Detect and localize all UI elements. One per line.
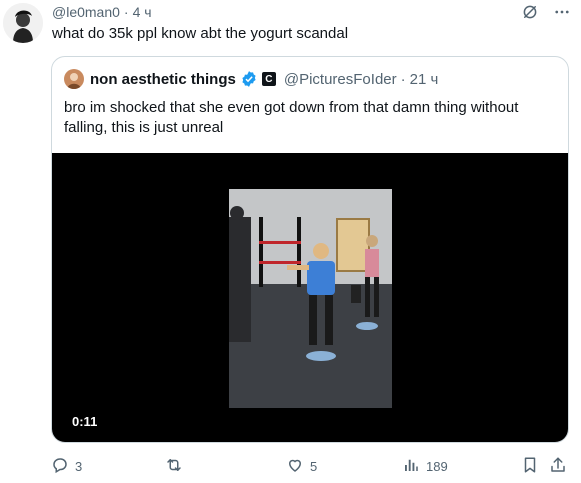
quoted-text: bro im shocked that she even got down fr… bbox=[64, 99, 519, 136]
quoted-header: non aesthetic things C @PicturesFoIder ·… bbox=[64, 69, 438, 89]
tweet-text: what do 35k ppl know abt the yogurt scan… bbox=[52, 25, 349, 42]
bookmark-button[interactable] bbox=[521, 456, 539, 477]
separator-dot: · bbox=[400, 70, 406, 88]
heart-icon bbox=[286, 456, 304, 477]
reply-icon bbox=[51, 456, 69, 477]
like-count: 5 bbox=[310, 459, 318, 474]
affiliate-badge: C bbox=[261, 72, 276, 86]
user-avatar[interactable] bbox=[3, 3, 43, 43]
share-icon bbox=[549, 456, 567, 477]
verified-icon bbox=[240, 70, 258, 88]
separator-dot: · bbox=[123, 4, 129, 20]
header-actions bbox=[521, 3, 571, 26]
like-button[interactable]: 5 bbox=[286, 456, 317, 477]
tweet-time[interactable]: 4 ч bbox=[133, 4, 152, 20]
quoted-avatar[interactable] bbox=[64, 69, 84, 89]
views-button[interactable]: 189 bbox=[402, 456, 448, 477]
video-player[interactable]: 0:11 bbox=[52, 153, 568, 442]
share-button[interactable] bbox=[549, 456, 567, 477]
reply-button[interactable]: 3 bbox=[51, 456, 82, 477]
quoted-tweet[interactable]: non aesthetic things C @PicturesFoIder ·… bbox=[51, 56, 569, 443]
author-handle[interactable]: @le0man0 bbox=[52, 4, 120, 20]
quoted-time[interactable]: 21 ч bbox=[410, 71, 439, 88]
quoted-author-handle[interactable]: @PicturesFoIder bbox=[284, 71, 397, 88]
video-thumbnail bbox=[229, 189, 392, 408]
repost-icon bbox=[164, 456, 184, 477]
repost-button[interactable] bbox=[164, 456, 190, 477]
tweet-header: @le0man0 · 4 ч bbox=[52, 3, 152, 21]
views-count: 189 bbox=[426, 459, 448, 474]
action-bar: 3 5 189 bbox=[51, 456, 569, 476]
video-duration: 0:11 bbox=[66, 412, 104, 431]
reply-count: 3 bbox=[75, 459, 83, 474]
bookmark-icon bbox=[521, 456, 539, 477]
grok-icon[interactable] bbox=[521, 3, 539, 26]
views-icon bbox=[402, 456, 420, 477]
more-options-icon[interactable] bbox=[553, 3, 571, 26]
quoted-author-name[interactable]: non aesthetic things bbox=[90, 71, 236, 88]
